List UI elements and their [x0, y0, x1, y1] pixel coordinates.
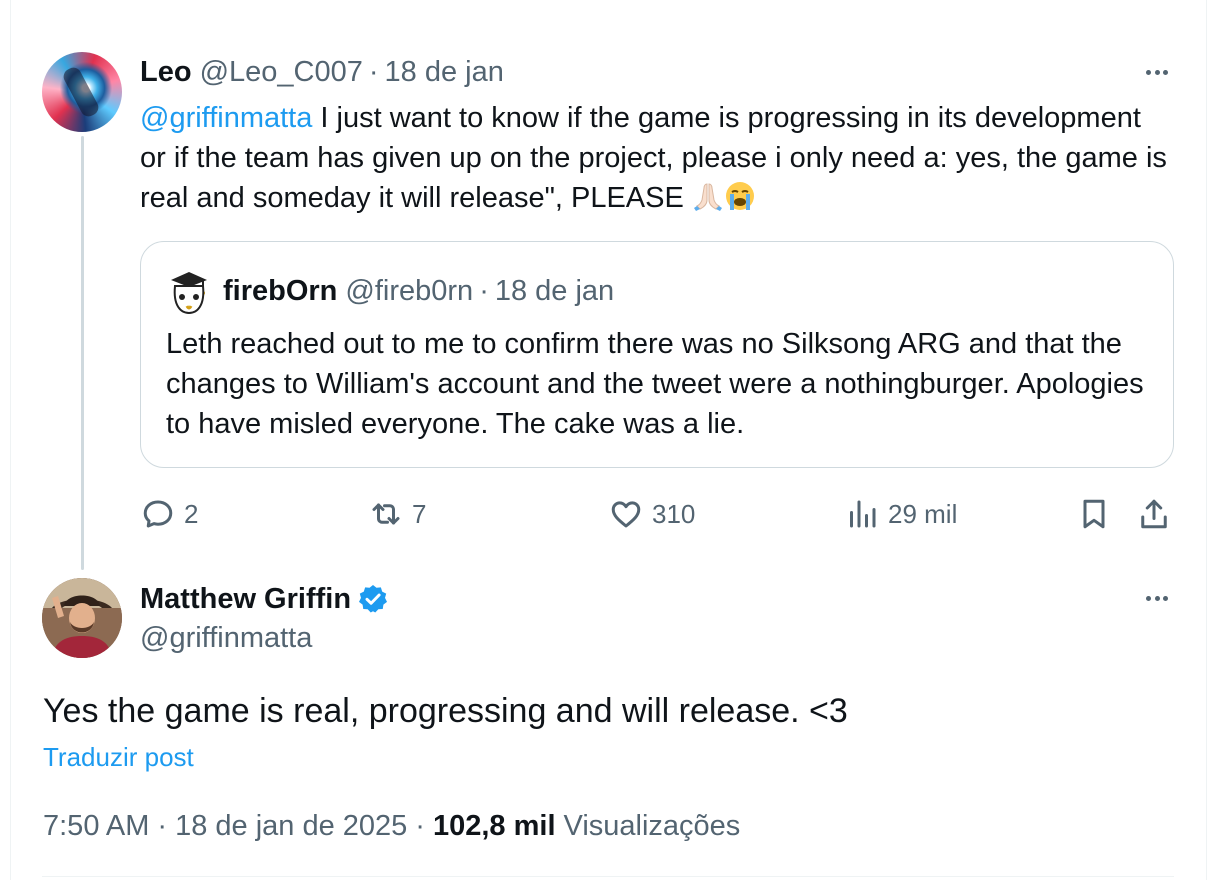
- views-button[interactable]: 29 mil: [844, 494, 957, 534]
- views-count: 29 mil: [888, 498, 958, 529]
- reply-mention-link[interactable]: @griffinmatta: [140, 102, 312, 134]
- post-metadata: 7:50 AM · 18 de jan de 2025 · 102,8 mil …: [43, 810, 740, 843]
- avatar-leo[interactable]: [42, 52, 122, 132]
- share-button[interactable]: [1136, 494, 1172, 534]
- post-more-options-icon[interactable]: [1140, 588, 1174, 608]
- like-button[interactable]: 310: [608, 494, 695, 534]
- quoted-tweet-card[interactable]: firebOrn @fireb0rn · 18 de jan Leth reac…: [140, 241, 1174, 468]
- timeline-right-border: [1206, 0, 1207, 880]
- reply-header: Leo @Leo_C007 · 18 de jan: [140, 56, 504, 88]
- post-meta-separator: ·: [157, 810, 168, 842]
- reply-count: 2: [184, 498, 199, 529]
- quote-text: Leth reached out to me to confirm there …: [166, 328, 1144, 440]
- post-divider: [42, 876, 1174, 877]
- post-time[interactable]: 7:50 AM: [43, 810, 149, 843]
- repost-icon: [372, 503, 400, 525]
- reply-author-handle[interactable]: @Leo_C007: [200, 56, 363, 89]
- verified-badge-icon[interactable]: [357, 583, 389, 615]
- quote-header: firebOrn @fireb0rn · 18 de jan: [223, 274, 614, 308]
- repost-button[interactable]: 7: [368, 494, 426, 534]
- reply-action-bar: 2 7 310 29 mil: [140, 494, 1180, 534]
- post-text: Yes the game is real, progressing and wi…: [43, 692, 848, 730]
- reply-button[interactable]: 2: [140, 494, 198, 534]
- like-count: 310: [652, 498, 696, 529]
- reply-author-name[interactable]: Leo: [140, 56, 192, 89]
- post-meta-separator-2: ·: [415, 810, 425, 842]
- quote-timestamp[interactable]: 18 de jan: [495, 275, 614, 308]
- repost-count: 7: [412, 498, 427, 529]
- thread-connector-line: [81, 136, 84, 570]
- post-author-name[interactable]: Matthew Griffin: [140, 583, 351, 616]
- loudly-crying-face-icon: [725, 182, 754, 210]
- reply-separator: ·: [368, 55, 379, 88]
- folded-hands-icon: [693, 183, 722, 211]
- post-author-name-row: Matthew Griffin: [140, 582, 389, 616]
- comment-icon: [143, 500, 173, 528]
- share-icon: [1141, 499, 1167, 529]
- reply-text: @griffinmatta I just want to know if the…: [140, 98, 1170, 218]
- reply-more-options-icon[interactable]: [1140, 62, 1174, 82]
- post-author-handle[interactable]: @griffinmatta: [140, 622, 312, 655]
- heart-icon: [611, 501, 641, 528]
- avatar-matthew-griffin[interactable]: [42, 578, 122, 658]
- analytics-bars-icon: [850, 500, 876, 528]
- post-views-count: 102,8 mil: [432, 810, 556, 842]
- quote-author-name[interactable]: firebOrn: [223, 275, 337, 308]
- post-date[interactable]: 18 de jan de 2025: [175, 810, 407, 843]
- quote-author-handle[interactable]: @fireb0rn: [345, 275, 473, 308]
- timeline-left-border: [10, 0, 11, 880]
- quote-author-avatar[interactable]: [167, 266, 211, 316]
- bookmark-icon: [1083, 499, 1105, 529]
- reply-timestamp[interactable]: 18 de jan: [385, 56, 504, 89]
- quote-separator: ·: [479, 274, 489, 307]
- bookmark-button[interactable]: [1076, 494, 1112, 534]
- post-views-label: Visualizações: [563, 810, 741, 842]
- translate-post-link[interactable]: Traduzir post: [43, 742, 194, 773]
